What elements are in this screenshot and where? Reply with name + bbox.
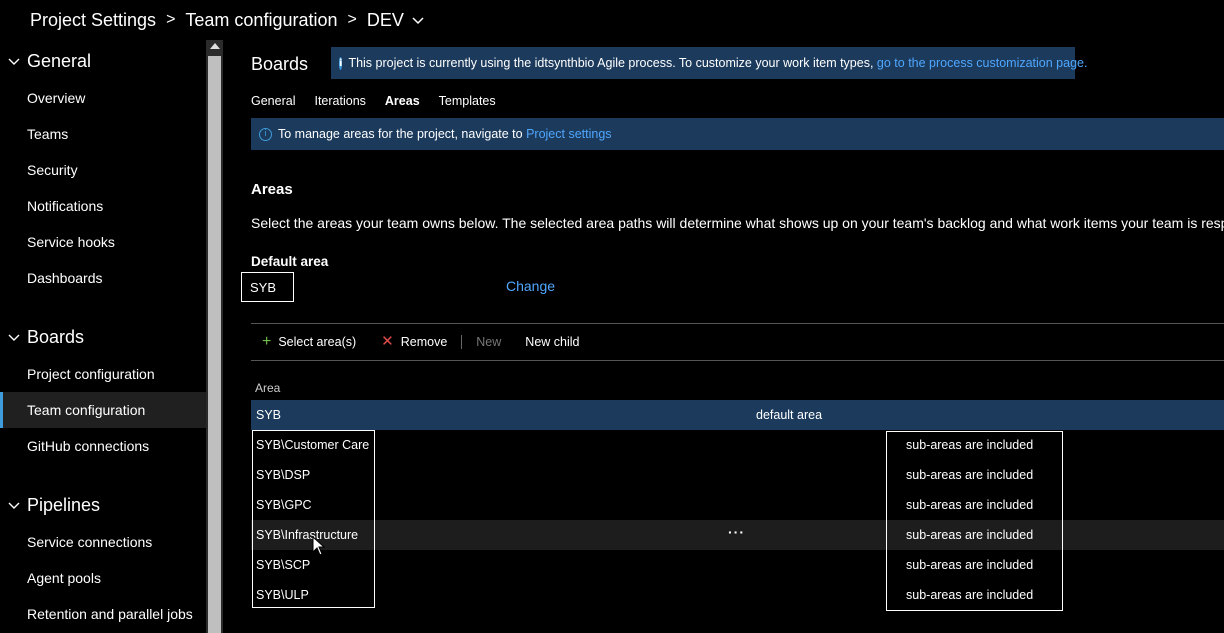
sidebar-item-dashboards[interactable]: Dashboards: [0, 260, 206, 296]
table-row[interactable]: SYB\SCP sub-areas are included: [251, 550, 1224, 580]
sub-areas-label: sub-areas are included: [906, 558, 1034, 572]
mouse-pointer-icon: [312, 536, 326, 556]
sidebar-item-retention[interactable]: Retention and parallel jobs: [0, 596, 206, 632]
areas-description: Select the areas your team owns below. T…: [251, 215, 1224, 231]
chevron-down-icon[interactable]: [0, 55, 27, 67]
process-info-banner: i This project is currently using the id…: [331, 47, 1087, 79]
sidebar-item-notifications[interactable]: Notifications: [0, 188, 206, 224]
divider: [251, 360, 1224, 361]
sidebar-item-github-connections[interactable]: GitHub connections: [0, 428, 206, 464]
area-path: SYB\Infrastructure: [256, 528, 359, 542]
sidebar-item-service-hooks[interactable]: Service hooks: [0, 224, 206, 260]
tab-areas[interactable]: Areas: [385, 94, 420, 108]
areas-toolbar: + Select area(s) ✕ Remove New New child: [251, 324, 1224, 360]
breadcrumb-team-selector[interactable]: DEV: [367, 10, 404, 31]
area-path: SYB: [256, 408, 282, 422]
area-path: SYB\GPC: [256, 498, 312, 512]
close-icon: ✕: [381, 333, 394, 350]
change-default-area-link[interactable]: Change: [506, 278, 555, 294]
breadcrumb-separator: >: [347, 11, 357, 28]
breadcrumb-team-configuration[interactable]: Team configuration: [185, 10, 337, 31]
sidebar-section-general[interactable]: General: [0, 46, 206, 76]
default-area-value: SYB: [241, 272, 294, 302]
sidebar: General Overview Teams Security Notifica…: [0, 40, 206, 633]
sidebar-section-title: General: [27, 50, 92, 71]
sidebar-item-overview[interactable]: Overview: [0, 80, 206, 116]
select-areas-label: Select area(s): [278, 335, 357, 349]
sub-areas-label: sub-areas are included: [906, 438, 1034, 452]
remove-label: Remove: [400, 335, 448, 349]
page-title: Boards: [251, 54, 309, 74]
sidebar-section-boards[interactable]: Boards: [0, 322, 206, 352]
select-areas-button[interactable]: + Select area(s): [251, 333, 357, 350]
area-path: SYB\Customer Care: [256, 438, 370, 452]
area-path: SYB\SCP: [256, 558, 311, 572]
sidebar-section-title: Pipelines: [27, 494, 101, 515]
info-icon: i: [259, 127, 272, 141]
more-actions-icon[interactable]: ···: [728, 524, 745, 540]
areas-info-banner: i To manage areas for the project, navig…: [251, 118, 1224, 150]
sidebar-item-service-connections[interactable]: Service connections: [0, 524, 206, 560]
sidebar-scrollbar[interactable]: [206, 40, 223, 633]
sub-areas-label: sub-areas are included: [906, 528, 1034, 542]
sidebar-section-title: Boards: [27, 326, 85, 347]
new-button[interactable]: New: [476, 335, 501, 349]
breadcrumb: Project Settings > Team configuration > …: [0, 0, 1224, 40]
tab-iterations[interactable]: Iterations: [314, 94, 365, 108]
info-icon: i: [339, 56, 343, 70]
sub-areas-label: sub-areas are included: [906, 468, 1034, 482]
plus-icon: +: [262, 333, 272, 350]
areas-heading: Areas: [251, 181, 293, 198]
sidebar-item-teams[interactable]: Teams: [0, 116, 206, 152]
sub-areas-label: sub-areas are included: [906, 588, 1034, 602]
process-customization-link[interactable]: go to the process customization page.: [877, 56, 1088, 70]
project-settings-link[interactable]: Project settings: [526, 127, 611, 141]
sidebar-item-team-configuration[interactable]: Team configuration: [0, 392, 206, 428]
table-row[interactable]: SYB\GPC sub-areas are included: [251, 490, 1224, 520]
sidebar-section-pipelines[interactable]: Pipelines: [0, 490, 206, 520]
toolbar-separator: [461, 335, 463, 349]
areas-banner-text: To manage areas for the project, navigat…: [278, 127, 523, 141]
breadcrumb-separator: >: [166, 11, 176, 28]
breadcrumb-project-settings[interactable]: Project Settings: [30, 10, 156, 31]
sidebar-item-project-configuration[interactable]: Project configuration: [0, 356, 206, 392]
table-row[interactable]: SYB\Infrastructure ··· sub-areas are inc…: [251, 520, 1224, 550]
tab-bar: General Iterations Areas Templates: [251, 94, 515, 108]
sidebar-item-security[interactable]: Security: [0, 152, 206, 188]
scrollbar-thumb[interactable]: [208, 56, 221, 633]
new-child-button[interactable]: New child: [525, 335, 579, 349]
table-row[interactable]: SYB\ULP sub-areas are included: [251, 580, 1224, 610]
tab-general[interactable]: General: [251, 94, 295, 108]
default-area-label: default area: [756, 408, 823, 422]
table-row[interactable]: SYB\Customer Care sub-areas are included: [251, 430, 1224, 460]
tab-templates[interactable]: Templates: [439, 94, 496, 108]
chevron-down-icon[interactable]: [412, 14, 424, 26]
chevron-down-icon[interactable]: [0, 331, 27, 343]
scroll-up-arrow-icon[interactable]: [210, 43, 220, 49]
sidebar-item-agent-pools[interactable]: Agent pools: [0, 560, 206, 596]
chevron-down-icon[interactable]: [0, 499, 27, 511]
sub-areas-label: sub-areas are included: [906, 498, 1034, 512]
default-area-heading: Default area: [251, 254, 329, 269]
area-path: SYB\ULP: [256, 588, 309, 602]
column-header-area[interactable]: Area: [255, 381, 280, 395]
process-banner-text: This project is currently using the idts…: [348, 56, 874, 70]
table-row[interactable]: SYB\DSP sub-areas are included: [251, 460, 1224, 490]
remove-button[interactable]: ✕ Remove: [370, 333, 448, 350]
table-row[interactable]: SYB default area: [251, 400, 1224, 430]
area-path: SYB\DSP: [256, 468, 311, 482]
main-content: Boards i This project is currently using…: [223, 40, 1224, 633]
